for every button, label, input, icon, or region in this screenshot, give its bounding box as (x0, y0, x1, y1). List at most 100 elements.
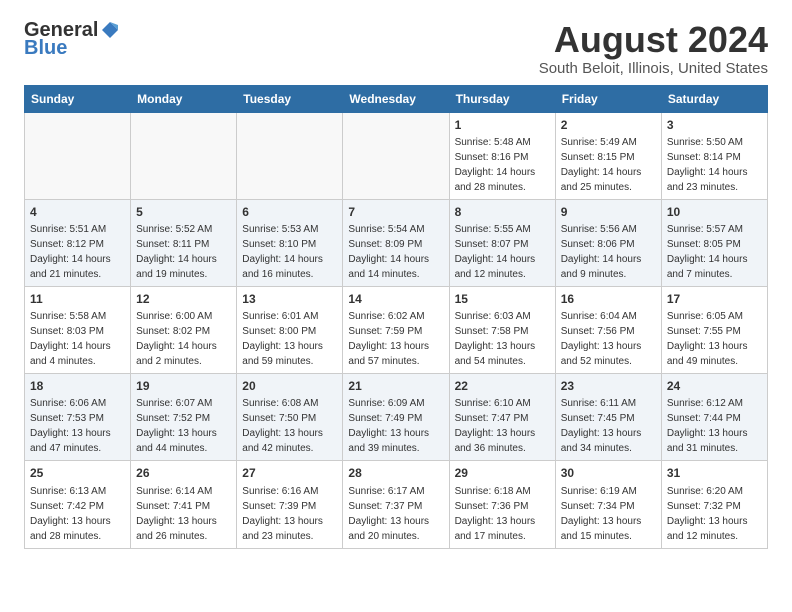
day-number: 12 (136, 291, 231, 307)
day-number: 14 (348, 291, 443, 307)
logo: General Blue (24, 20, 120, 58)
day-number: 5 (136, 204, 231, 220)
day-info: Sunrise: 6:20 AMSunset: 7:32 PMDaylight:… (667, 486, 748, 542)
day-number: 27 (242, 465, 337, 481)
subtitle: South Beloit, Illinois, United States (539, 60, 768, 77)
calendar-cell (131, 112, 237, 199)
day-info: Sunrise: 6:18 AMSunset: 7:36 PMDaylight:… (455, 486, 536, 542)
day-number: 8 (455, 204, 550, 220)
day-number: 23 (561, 378, 656, 394)
day-info: Sunrise: 5:58 AMSunset: 8:03 PMDaylight:… (30, 311, 111, 367)
day-number: 22 (455, 378, 550, 394)
day-number: 20 (242, 378, 337, 394)
calendar-week-5: 25 Sunrise: 6:13 AMSunset: 7:42 PMDayligh… (25, 461, 768, 548)
weekday-header-row: SundayMondayTuesdayWednesdayThursdayFrid… (25, 85, 768, 112)
calendar-cell: 22 Sunrise: 6:10 AMSunset: 7:47 PMDayligh… (449, 374, 555, 461)
calendar-cell: 25 Sunrise: 6:13 AMSunset: 7:42 PMDayligh… (25, 461, 131, 548)
calendar-week-4: 18 Sunrise: 6:06 AMSunset: 7:53 PMDayligh… (25, 374, 768, 461)
day-info: Sunrise: 5:48 AMSunset: 8:16 PMDaylight:… (455, 137, 536, 193)
day-number: 3 (667, 117, 762, 133)
day-info: Sunrise: 6:01 AMSunset: 8:00 PMDaylight:… (242, 311, 323, 367)
page-header: General Blue August 2024 South Beloit, I… (24, 20, 768, 77)
day-info: Sunrise: 5:54 AMSunset: 8:09 PMDaylight:… (348, 224, 429, 280)
day-number: 2 (561, 117, 656, 133)
calendar-cell: 16Sunrise: 6:04 AMSunset: 7:56 PMDayligh… (555, 286, 661, 373)
calendar-cell: 4 Sunrise: 5:51 AMSunset: 8:12 PMDaylight… (25, 199, 131, 286)
day-info: Sunrise: 6:00 AMSunset: 8:02 PMDaylight:… (136, 311, 217, 367)
main-title: August 2024 (539, 20, 768, 60)
weekday-header-sunday: Sunday (25, 85, 131, 112)
day-number: 6 (242, 204, 337, 220)
calendar-cell: 21 Sunrise: 6:09 AMSunset: 7:49 PMDayligh… (343, 374, 449, 461)
day-info: Sunrise: 6:07 AMSunset: 7:52 PMDaylight:… (136, 398, 217, 454)
day-number: 1 (455, 117, 550, 133)
calendar-cell: 7Sunrise: 5:54 AMSunset: 8:09 PMDaylight… (343, 199, 449, 286)
calendar-cell: 28Sunrise: 6:17 AMSunset: 7:37 PMDayligh… (343, 461, 449, 548)
calendar-cell: 6 Sunrise: 5:53 AMSunset: 8:10 PMDaylight… (237, 199, 343, 286)
calendar-week-1: 1 Sunrise: 5:48 AMSunset: 8:16 PMDaylight… (25, 112, 768, 199)
day-info: Sunrise: 6:04 AMSunset: 7:56 PMDaylight:… (561, 311, 642, 367)
calendar-cell: 17Sunrise: 6:05 AMSunset: 7:55 PMDayligh… (661, 286, 767, 373)
calendar-cell: 19 Sunrise: 6:07 AMSunset: 7:52 PMDayligh… (131, 374, 237, 461)
calendar-table: SundayMondayTuesdayWednesdayThursdayFrid… (24, 85, 768, 549)
day-info: Sunrise: 5:52 AMSunset: 8:11 PMDaylight:… (136, 224, 217, 280)
day-info: Sunrise: 5:53 AMSunset: 8:10 PMDaylight:… (242, 224, 323, 280)
calendar-cell: 30 Sunrise: 6:19 AMSunset: 7:34 PMDayligh… (555, 461, 661, 548)
day-number: 25 (30, 465, 125, 481)
day-number: 15 (455, 291, 550, 307)
calendar-cell: 20 Sunrise: 6:08 AMSunset: 7:50 PMDayligh… (237, 374, 343, 461)
day-number: 30 (561, 465, 656, 481)
day-number: 11 (30, 291, 125, 307)
day-number: 28 (348, 465, 443, 481)
calendar-cell: 14Sunrise: 6:02 AMSunset: 7:59 PMDayligh… (343, 286, 449, 373)
day-info: Sunrise: 6:09 AMSunset: 7:49 PMDaylight:… (348, 398, 429, 454)
day-info: Sunrise: 6:10 AMSunset: 7:47 PMDaylight:… (455, 398, 536, 454)
calendar-cell: 1 Sunrise: 5:48 AMSunset: 8:16 PMDaylight… (449, 112, 555, 199)
day-info: Sunrise: 5:55 AMSunset: 8:07 PMDaylight:… (455, 224, 536, 280)
calendar-cell: 24 Sunrise: 6:12 AMSunset: 7:44 PMDayligh… (661, 374, 767, 461)
day-number: 4 (30, 204, 125, 220)
day-number: 21 (348, 378, 443, 394)
day-info: Sunrise: 5:49 AMSunset: 8:15 PMDaylight:… (561, 137, 642, 193)
logo-icon (100, 20, 120, 40)
day-number: 9 (561, 204, 656, 220)
day-info: Sunrise: 6:12 AMSunset: 7:44 PMDaylight:… (667, 398, 748, 454)
weekday-header-tuesday: Tuesday (237, 85, 343, 112)
day-info: Sunrise: 6:06 AMSunset: 7:53 PMDaylight:… (30, 398, 111, 454)
day-number: 17 (667, 291, 762, 307)
day-info: Sunrise: 6:08 AMSunset: 7:50 PMDaylight:… (242, 398, 323, 454)
calendar-cell: 13 Sunrise: 6:01 AMSunset: 8:00 PMDayligh… (237, 286, 343, 373)
calendar-cell: 12 Sunrise: 6:00 AMSunset: 8:02 PMDayligh… (131, 286, 237, 373)
day-info: Sunrise: 6:19 AMSunset: 7:34 PMDaylight:… (561, 486, 642, 542)
calendar-cell (343, 112, 449, 199)
day-number: 24 (667, 378, 762, 394)
day-info: Sunrise: 6:16 AMSunset: 7:39 PMDaylight:… (242, 486, 323, 542)
logo-blue-text: Blue (24, 38, 67, 58)
day-number: 31 (667, 465, 762, 481)
calendar-cell: 10 Sunrise: 5:57 AMSunset: 8:05 PMDayligh… (661, 199, 767, 286)
day-number: 18 (30, 378, 125, 394)
day-number: 26 (136, 465, 231, 481)
calendar-cell: 3 Sunrise: 5:50 AMSunset: 8:14 PMDaylight… (661, 112, 767, 199)
day-info: Sunrise: 5:50 AMSunset: 8:14 PMDaylight:… (667, 137, 748, 193)
calendar-cell (25, 112, 131, 199)
day-info: Sunrise: 6:03 AMSunset: 7:58 PMDaylight:… (455, 311, 536, 367)
day-info: Sunrise: 6:13 AMSunset: 7:42 PMDaylight:… (30, 486, 111, 542)
calendar-cell: 2 Sunrise: 5:49 AMSunset: 8:15 PMDaylight… (555, 112, 661, 199)
title-block: August 2024 South Beloit, Illinois, Unit… (539, 20, 768, 77)
calendar-cell: 31 Sunrise: 6:20 AMSunset: 7:32 PMDayligh… (661, 461, 767, 548)
day-number: 19 (136, 378, 231, 394)
day-number: 10 (667, 204, 762, 220)
day-number: 29 (455, 465, 550, 481)
weekday-header-wednesday: Wednesday (343, 85, 449, 112)
weekday-header-monday: Monday (131, 85, 237, 112)
day-number: 13 (242, 291, 337, 307)
day-info: Sunrise: 5:57 AMSunset: 8:05 PMDaylight:… (667, 224, 748, 280)
calendar-cell: 29 Sunrise: 6:18 AMSunset: 7:36 PMDayligh… (449, 461, 555, 548)
day-info: Sunrise: 6:11 AMSunset: 7:45 PMDaylight:… (561, 398, 642, 454)
calendar-week-2: 4 Sunrise: 5:51 AMSunset: 8:12 PMDaylight… (25, 199, 768, 286)
calendar-cell: 23 Sunrise: 6:11 AMSunset: 7:45 PMDayligh… (555, 374, 661, 461)
calendar-cell (237, 112, 343, 199)
day-info: Sunrise: 5:51 AMSunset: 8:12 PMDaylight:… (30, 224, 111, 280)
calendar-cell: 18 Sunrise: 6:06 AMSunset: 7:53 PMDayligh… (25, 374, 131, 461)
